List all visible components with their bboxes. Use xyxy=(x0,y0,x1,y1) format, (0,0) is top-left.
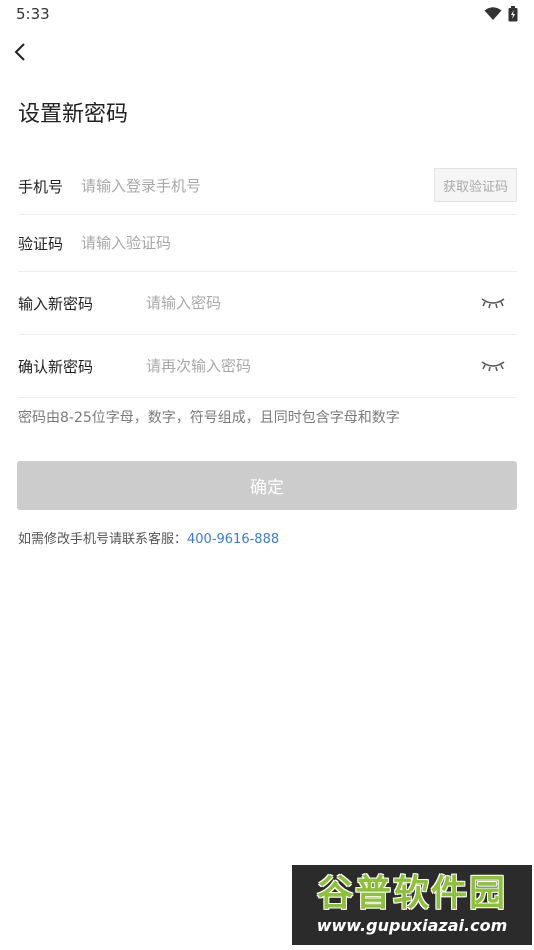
back-arrow-icon xyxy=(14,43,25,61)
new-password-row: 输入新密码 xyxy=(18,272,517,335)
status-time: 5:33 xyxy=(16,5,50,23)
eye-closed-icon[interactable] xyxy=(481,358,505,374)
eye-closed-icon[interactable] xyxy=(481,295,505,311)
code-input[interactable] xyxy=(81,234,481,252)
back-button[interactable] xyxy=(6,38,34,66)
status-icons xyxy=(484,6,518,22)
get-code-button[interactable]: 获取验证码 xyxy=(434,168,517,202)
phone-label: 手机号 xyxy=(18,177,64,196)
new-password-input[interactable] xyxy=(146,294,466,312)
confirm-password-label: 确认新密码 xyxy=(18,357,94,376)
confirm-password-row: 确认新密码 xyxy=(18,335,517,398)
confirm-button[interactable]: 确定 xyxy=(17,461,517,510)
contact-note: 如需修改手机号请联系客服：400-9616-888 xyxy=(18,528,279,547)
contact-text: 如需修改手机号请联系客服： xyxy=(18,532,188,547)
code-row: 验证码 xyxy=(18,215,517,272)
page-title: 设置新密码 xyxy=(18,102,129,127)
wifi-icon xyxy=(484,7,502,20)
watermark-logo: 谷普软件园 www.gupuxiazai.com xyxy=(292,865,532,945)
password-rule-hint: 密码由8-25位字母，数字，符号组成，且同时包含字母和数字 xyxy=(18,410,400,426)
watermark-title: 谷普软件园 xyxy=(316,873,507,914)
new-password-label: 输入新密码 xyxy=(18,294,94,313)
watermark-url: www.gupuxiazai.com xyxy=(316,916,508,935)
confirm-password-input[interactable] xyxy=(146,357,466,375)
service-phone-link[interactable]: 400-9616-888 xyxy=(187,532,279,547)
code-label: 验证码 xyxy=(18,234,64,253)
battery-icon xyxy=(508,6,518,22)
phone-input[interactable] xyxy=(81,177,421,195)
status-bar: 5:33 xyxy=(0,0,534,28)
reset-password-form: 手机号 获取验证码 验证码 输入新密码 确认新密码 xyxy=(18,158,517,398)
phone-row: 手机号 获取验证码 xyxy=(18,158,517,215)
